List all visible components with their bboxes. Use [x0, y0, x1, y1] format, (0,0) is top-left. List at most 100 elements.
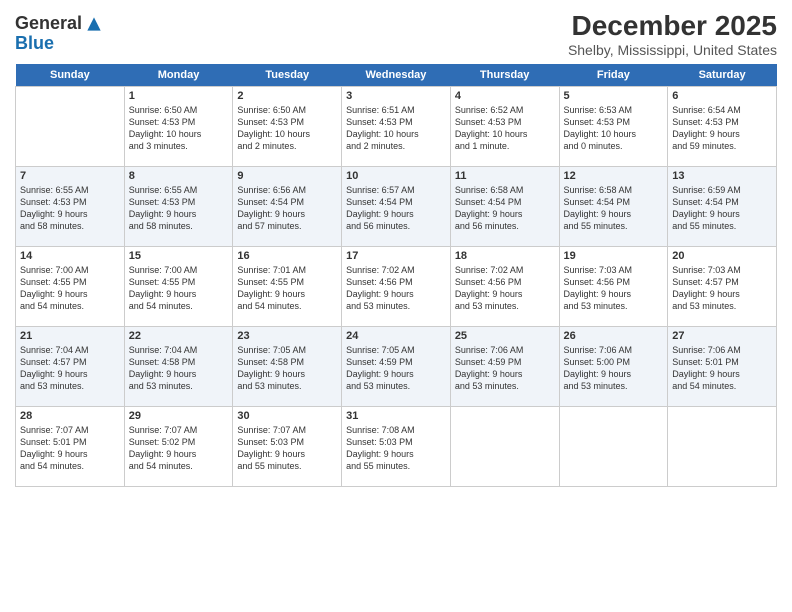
week-row-4: 21 Sunrise: 7:04 AM Sunset: 4:57 PM Dayli…	[16, 327, 777, 407]
day-info: Sunrise: 7:06 AM Sunset: 5:00 PM Dayligh…	[564, 344, 664, 393]
calendar-cell	[668, 407, 777, 487]
day-number: 8	[129, 170, 229, 182]
calendar-cell: 16 Sunrise: 7:01 AM Sunset: 4:55 PM Dayli…	[233, 247, 342, 327]
calendar-cell	[16, 87, 125, 167]
day-info: Sunrise: 6:53 AM Sunset: 4:53 PM Dayligh…	[564, 104, 664, 153]
day-info: Sunrise: 7:03 AM Sunset: 4:56 PM Dayligh…	[564, 264, 664, 313]
day-header-wednesday: Wednesday	[342, 64, 451, 87]
calendar-cell: 27 Sunrise: 7:06 AM Sunset: 5:01 PM Dayli…	[668, 327, 777, 407]
day-info: Sunrise: 6:55 AM Sunset: 4:53 PM Dayligh…	[129, 184, 229, 233]
day-info: Sunrise: 7:06 AM Sunset: 5:01 PM Dayligh…	[672, 344, 772, 393]
day-info: Sunrise: 7:02 AM Sunset: 4:56 PM Dayligh…	[455, 264, 555, 313]
calendar-cell: 3 Sunrise: 6:51 AM Sunset: 4:53 PM Daylig…	[342, 87, 451, 167]
day-info: Sunrise: 7:05 AM Sunset: 4:58 PM Dayligh…	[237, 344, 337, 393]
day-info: Sunrise: 7:01 AM Sunset: 4:55 PM Dayligh…	[237, 264, 337, 313]
day-info: Sunrise: 7:06 AM Sunset: 4:59 PM Dayligh…	[455, 344, 555, 393]
calendar-cell: 28 Sunrise: 7:07 AM Sunset: 5:01 PM Dayli…	[16, 407, 125, 487]
week-row-3: 14 Sunrise: 7:00 AM Sunset: 4:55 PM Dayli…	[16, 247, 777, 327]
calendar-cell	[559, 407, 668, 487]
month-title: December 2025	[568, 10, 777, 42]
day-number: 19	[564, 250, 664, 262]
logo-text: General Blue	[15, 14, 104, 54]
calendar-cell: 18 Sunrise: 7:02 AM Sunset: 4:56 PM Dayli…	[450, 247, 559, 327]
day-info: Sunrise: 6:50 AM Sunset: 4:53 PM Dayligh…	[237, 104, 337, 153]
day-header-saturday: Saturday	[668, 64, 777, 87]
day-number: 14	[20, 250, 120, 262]
day-number: 9	[237, 170, 337, 182]
day-number: 18	[455, 250, 555, 262]
calendar-cell: 23Sunrise: 7:05 AM Sunset: 4:58 PM Dayli…	[233, 327, 342, 407]
calendar-table: SundayMondayTuesdayWednesdayThursdayFrid…	[15, 64, 777, 487]
day-number: 6	[672, 90, 772, 102]
calendar-cell: 14Sunrise: 7:00 AM Sunset: 4:55 PM Dayli…	[16, 247, 125, 327]
day-number: 24	[346, 330, 446, 342]
calendar-cell: 4Sunrise: 6:52 AM Sunset: 4:53 PM Daylig…	[450, 87, 559, 167]
calendar-cell: 25 Sunrise: 7:06 AM Sunset: 4:59 PM Dayli…	[450, 327, 559, 407]
logo-icon	[84, 14, 104, 34]
day-number: 26	[564, 330, 664, 342]
day-info: Sunrise: 7:07 AM Sunset: 5:03 PM Dayligh…	[237, 424, 337, 473]
day-number: 13	[672, 170, 772, 182]
day-number: 27	[672, 330, 772, 342]
day-info: Sunrise: 6:56 AM Sunset: 4:54 PM Dayligh…	[237, 184, 337, 233]
location: Shelby, Mississippi, United States	[568, 42, 777, 58]
calendar-cell: 9 Sunrise: 6:56 AM Sunset: 4:54 PM Daylig…	[233, 167, 342, 247]
day-info: Sunrise: 7:07 AM Sunset: 5:01 PM Dayligh…	[20, 424, 120, 473]
calendar-cell: 21 Sunrise: 7:04 AM Sunset: 4:57 PM Dayli…	[16, 327, 125, 407]
day-info: Sunrise: 6:54 AM Sunset: 4:53 PM Dayligh…	[672, 104, 772, 153]
day-info: Sunrise: 7:08 AM Sunset: 5:03 PM Dayligh…	[346, 424, 446, 473]
logo: General Blue	[15, 14, 104, 54]
day-info: Sunrise: 6:51 AM Sunset: 4:53 PM Dayligh…	[346, 104, 446, 153]
page-container: General Blue December 2025 Shelby, Missi…	[0, 0, 792, 497]
calendar-cell: 15Sunrise: 7:00 AM Sunset: 4:55 PM Dayli…	[124, 247, 233, 327]
day-info: Sunrise: 6:55 AM Sunset: 4:53 PM Dayligh…	[20, 184, 120, 233]
day-info: Sunrise: 6:59 AM Sunset: 4:54 PM Dayligh…	[672, 184, 772, 233]
calendar-cell: 11Sunrise: 6:58 AM Sunset: 4:54 PM Dayli…	[450, 167, 559, 247]
day-number: 5	[564, 90, 664, 102]
calendar-cell: 31Sunrise: 7:08 AM Sunset: 5:03 PM Dayli…	[342, 407, 451, 487]
title-area: December 2025 Shelby, Mississippi, Unite…	[568, 10, 777, 58]
day-number: 16	[237, 250, 337, 262]
day-number: 25	[455, 330, 555, 342]
week-row-5: 28 Sunrise: 7:07 AM Sunset: 5:01 PM Dayli…	[16, 407, 777, 487]
day-number: 10	[346, 170, 446, 182]
calendar-cell: 6 Sunrise: 6:54 AM Sunset: 4:53 PM Daylig…	[668, 87, 777, 167]
day-number: 11	[455, 170, 555, 182]
day-number: 21	[20, 330, 120, 342]
logo-blue-text: Blue	[15, 33, 54, 53]
header-row: SundayMondayTuesdayWednesdayThursdayFrid…	[16, 64, 777, 87]
calendar-cell: 12Sunrise: 6:58 AM Sunset: 4:54 PM Dayli…	[559, 167, 668, 247]
day-number: 29	[129, 410, 229, 422]
day-number: 30	[237, 410, 337, 422]
calendar-cell: 19 Sunrise: 7:03 AM Sunset: 4:56 PM Dayli…	[559, 247, 668, 327]
day-number: 2	[237, 90, 337, 102]
day-header-sunday: Sunday	[16, 64, 125, 87]
day-header-friday: Friday	[559, 64, 668, 87]
calendar-cell: 22Sunrise: 7:04 AM Sunset: 4:58 PM Dayli…	[124, 327, 233, 407]
day-number: 20	[672, 250, 772, 262]
day-header-tuesday: Tuesday	[233, 64, 342, 87]
day-number: 1	[129, 90, 229, 102]
day-number: 4	[455, 90, 555, 102]
day-info: Sunrise: 7:00 AM Sunset: 4:55 PM Dayligh…	[129, 264, 229, 313]
day-info: Sunrise: 7:04 AM Sunset: 4:57 PM Dayligh…	[20, 344, 120, 393]
day-info: Sunrise: 7:02 AM Sunset: 4:56 PM Dayligh…	[346, 264, 446, 313]
calendar-cell: 26 Sunrise: 7:06 AM Sunset: 5:00 PM Dayli…	[559, 327, 668, 407]
calendar-cell: 8 Sunrise: 6:55 AM Sunset: 4:53 PM Daylig…	[124, 167, 233, 247]
calendar-cell: 7Sunrise: 6:55 AM Sunset: 4:53 PM Daylig…	[16, 167, 125, 247]
week-row-2: 7Sunrise: 6:55 AM Sunset: 4:53 PM Daylig…	[16, 167, 777, 247]
calendar-cell: 20Sunrise: 7:03 AM Sunset: 4:57 PM Dayli…	[668, 247, 777, 327]
day-info: Sunrise: 6:57 AM Sunset: 4:54 PM Dayligh…	[346, 184, 446, 233]
header-area: General Blue December 2025 Shelby, Missi…	[15, 10, 777, 58]
calendar-cell: 13 Sunrise: 6:59 AM Sunset: 4:54 PM Dayli…	[668, 167, 777, 247]
day-number: 17	[346, 250, 446, 262]
day-number: 28	[20, 410, 120, 422]
calendar-cell: 24Sunrise: 7:05 AM Sunset: 4:59 PM Dayli…	[342, 327, 451, 407]
day-number: 22	[129, 330, 229, 342]
day-number: 12	[564, 170, 664, 182]
day-header-thursday: Thursday	[450, 64, 559, 87]
calendar-cell: 1Sunrise: 6:50 AM Sunset: 4:53 PM Daylig…	[124, 87, 233, 167]
calendar-cell: 17 Sunrise: 7:02 AM Sunset: 4:56 PM Dayli…	[342, 247, 451, 327]
day-number: 3	[346, 90, 446, 102]
calendar-cell: 5 Sunrise: 6:53 AM Sunset: 4:53 PM Daylig…	[559, 87, 668, 167]
